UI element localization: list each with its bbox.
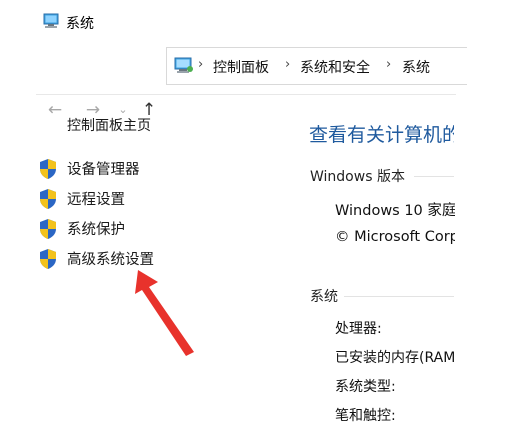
windows-edition-heading: Windows 版本: [310, 169, 405, 185]
breadcrumb-control-panel[interactable]: 控制面板: [213, 57, 269, 77]
system-type-label: 系统类型:: [335, 379, 396, 395]
chevron-right-icon: ›: [285, 57, 291, 72]
address-bar[interactable]: › 控制面板 › 系统和安全 › 系统: [166, 47, 467, 85]
chevron-right-icon: ›: [198, 57, 204, 72]
sidebar-item-advanced-system-settings[interactable]: 高级系统设置: [36, 246, 196, 270]
sidebar-item-remote-settings[interactable]: 远程设置: [36, 186, 196, 210]
arrow-left-icon[interactable]: ←: [44, 99, 66, 121]
title-bar: 系统: [0, 0, 507, 42]
divider: [36, 94, 456, 95]
shield-icon: [40, 189, 56, 209]
copyright-text: © Microsoft Corporation: [335, 229, 455, 245]
pen-touch-label: 笔和触控:: [335, 408, 396, 424]
installed-memory-label: 已安装的内存(RAM):: [335, 350, 455, 366]
chevron-right-icon: ›: [386, 57, 392, 72]
breadcrumb-system-security[interactable]: 系统和安全: [300, 57, 370, 77]
control-panel-icon: [174, 57, 193, 73]
sidebar-item-label: 高级系统设置: [67, 252, 154, 268]
section-divider: [344, 296, 454, 297]
sidebar-item-label: 设备管理器: [67, 162, 140, 178]
section-divider: [414, 176, 454, 177]
shield-icon: [40, 219, 56, 239]
shield-icon: [40, 249, 56, 269]
edition-name: Windows 10 家庭中文版: [335, 203, 455, 219]
system-heading: 系统: [310, 289, 338, 305]
sidebar-item-label: 系统保护: [67, 222, 125, 238]
shield-icon: [40, 159, 56, 179]
processor-label: 处理器:: [335, 321, 382, 337]
sidebar-item-system-protection[interactable]: 系统保护: [36, 216, 196, 240]
sidebar-item-device-manager[interactable]: 设备管理器: [36, 156, 196, 180]
page-title: 查看有关计算机的基本信息: [309, 124, 454, 146]
window-title: 系统: [66, 16, 94, 32]
breadcrumb-system[interactable]: 系统: [402, 57, 430, 77]
computer-icon: [43, 13, 59, 28]
sidebar-item-label: 远程设置: [67, 192, 125, 208]
sidebar-control-panel-home[interactable]: 控制面板主页: [67, 115, 151, 135]
